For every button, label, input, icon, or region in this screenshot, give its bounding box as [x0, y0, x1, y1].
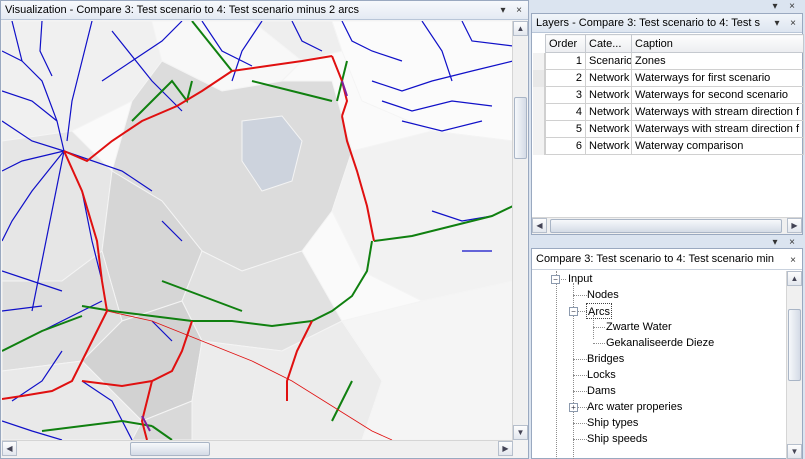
column-header-category[interactable]: Cate... — [585, 34, 632, 53]
cell-caption: Zones — [631, 52, 804, 70]
row-selector[interactable] — [533, 104, 545, 121]
scroll-left-icon[interactable]: ◀ — [2, 441, 17, 456]
tree-view[interactable]: − − + Input Nodes Arcs Zwarte Water Geka… — [532, 271, 786, 459]
collapse-icon[interactable]: − — [551, 275, 560, 284]
table-row[interactable]: 4 Network Waterways with stream directio… — [545, 103, 804, 121]
map-vertical-scrollbar[interactable]: ▲ ▼ — [512, 21, 528, 440]
cell-category: Scenario — [585, 52, 632, 70]
tree-splitter: ▾ × — [531, 236, 803, 248]
layers-titlebar: Layers - Compare 3: Test scenario to 4: … — [532, 14, 802, 33]
column-header-caption[interactable]: Caption — [631, 34, 804, 53]
tree-item-bridges[interactable]: Bridges — [587, 351, 624, 367]
tree-titlebar: Compare 3: Test scenario to 4: Test scen… — [532, 249, 802, 270]
vertical-scroll-thumb[interactable] — [788, 309, 801, 381]
tree-item-ship-types[interactable]: Ship types — [587, 415, 638, 431]
close-icon[interactable]: × — [786, 16, 800, 30]
scroll-right-icon[interactable]: ▶ — [787, 218, 802, 233]
cell-caption: Waterways for first scenario — [631, 69, 804, 87]
tree-item-arc-water-properties[interactable]: Arc water properies — [587, 399, 682, 415]
cell-order: 6 — [545, 137, 586, 155]
layers-splitter: ▾ × — [531, 0, 803, 12]
scroll-down-icon[interactable]: ▼ — [513, 425, 528, 440]
close-icon[interactable]: × — [786, 253, 800, 267]
scroll-left-icon[interactable]: ◀ — [532, 218, 547, 233]
collapse-icon[interactable]: − — [569, 307, 578, 316]
tree-item-locks[interactable]: Locks — [587, 367, 616, 383]
scenario-tree-panel: Compare 3: Test scenario to 4: Test scen… — [531, 248, 803, 459]
table-row[interactable]: 3 Network Waterways for second scenario — [545, 86, 804, 104]
tree-title: Compare 3: Test scenario to 4: Test scen… — [536, 253, 775, 265]
visualization-title: Visualization - Compare 3: Test scenario… — [5, 4, 360, 16]
cell-order: 2 — [545, 69, 586, 87]
cell-caption: Waterways with stream direction f — [631, 120, 804, 138]
visualization-titlebar: Visualization - Compare 3: Test scenario… — [1, 1, 528, 20]
cell-caption: Waterways with stream direction f — [631, 103, 804, 121]
cell-category: Network — [585, 86, 632, 104]
scroll-down-icon[interactable]: ▼ — [787, 444, 802, 459]
column-header-order[interactable]: Order — [545, 34, 586, 53]
tree-item-zwarte-water[interactable]: Zwarte Water — [606, 319, 672, 335]
expand-icon[interactable]: + — [569, 403, 578, 412]
map-horizontal-scrollbar[interactable]: ◀ ▶ — [2, 440, 513, 457]
pin-icon[interactable]: ▾ — [496, 3, 510, 17]
pin-icon[interactable]: ▾ — [768, 0, 782, 13]
cell-order: 1 — [545, 52, 586, 70]
pin-icon[interactable]: ▾ — [768, 235, 782, 249]
table-row[interactable]: 5 Network Waterways with stream directio… — [545, 120, 804, 138]
tree-item-arcs[interactable]: Arcs — [586, 303, 612, 319]
tree-item-gekanaliseerde-dieze[interactable]: Gekanaliseerde Dieze — [606, 335, 714, 351]
row-selector[interactable] — [533, 138, 545, 155]
pin-icon[interactable]: ▾ — [770, 16, 784, 30]
row-selector[interactable] — [533, 70, 545, 87]
layers-horizontal-scrollbar[interactable]: ◀ ▶ — [532, 217, 802, 234]
cell-category: Network — [585, 69, 632, 87]
cell-category: Network — [585, 120, 632, 138]
tree-vertical-scrollbar[interactable]: ▲ ▼ — [786, 271, 802, 459]
cell-caption: Waterway comparison — [631, 137, 804, 155]
layers-panel: Layers - Compare 3: Test scenario to 4: … — [531, 13, 804, 235]
scroll-right-icon[interactable]: ▶ — [498, 441, 513, 456]
close-icon[interactable]: × — [785, 235, 799, 249]
tree-item-dams[interactable]: Dams — [587, 383, 616, 399]
cell-caption: Waterways for second scenario — [631, 86, 804, 104]
scroll-up-icon[interactable]: ▲ — [787, 271, 802, 286]
horizontal-scroll-thumb[interactable] — [130, 442, 210, 456]
tree-item-nodes[interactable]: Nodes — [587, 287, 619, 303]
table-row[interactable]: 2 Network Waterways for first scenario — [545, 69, 804, 87]
map-canvas[interactable] — [2, 21, 513, 440]
visualization-panel: Visualization - Compare 3: Test scenario… — [0, 0, 529, 459]
tree-item-input[interactable]: Input — [568, 271, 592, 287]
scroll-up-icon[interactable]: ▲ — [513, 21, 528, 36]
row-selector[interactable] — [533, 53, 545, 70]
layers-header-row: Order Cate... Caption — [545, 34, 804, 53]
vertical-scroll-thumb[interactable] — [514, 97, 527, 159]
table-row[interactable]: 1 Scenario Zones — [545, 52, 804, 70]
cell-order: 3 — [545, 86, 586, 104]
close-icon[interactable]: × — [785, 0, 799, 13]
cell-order: 4 — [545, 103, 586, 121]
row-selector[interactable] — [533, 87, 545, 104]
cell-category: Network — [585, 137, 632, 155]
layers-grid: Order Cate... Caption 1 Scenario Zones 2… — [545, 34, 804, 155]
row-selector[interactable] — [533, 121, 545, 138]
table-row[interactable]: 6 Network Waterway comparison — [545, 137, 804, 155]
map-svg — [2, 21, 513, 440]
tree-item-ship-speeds[interactable]: Ship speeds — [587, 431, 648, 447]
horizontal-scroll-thumb[interactable] — [550, 219, 782, 233]
close-icon[interactable]: × — [512, 3, 526, 17]
cell-order: 5 — [545, 120, 586, 138]
cell-category: Network — [585, 103, 632, 121]
layers-title: Layers - Compare 3: Test scenario to 4: … — [536, 17, 760, 29]
